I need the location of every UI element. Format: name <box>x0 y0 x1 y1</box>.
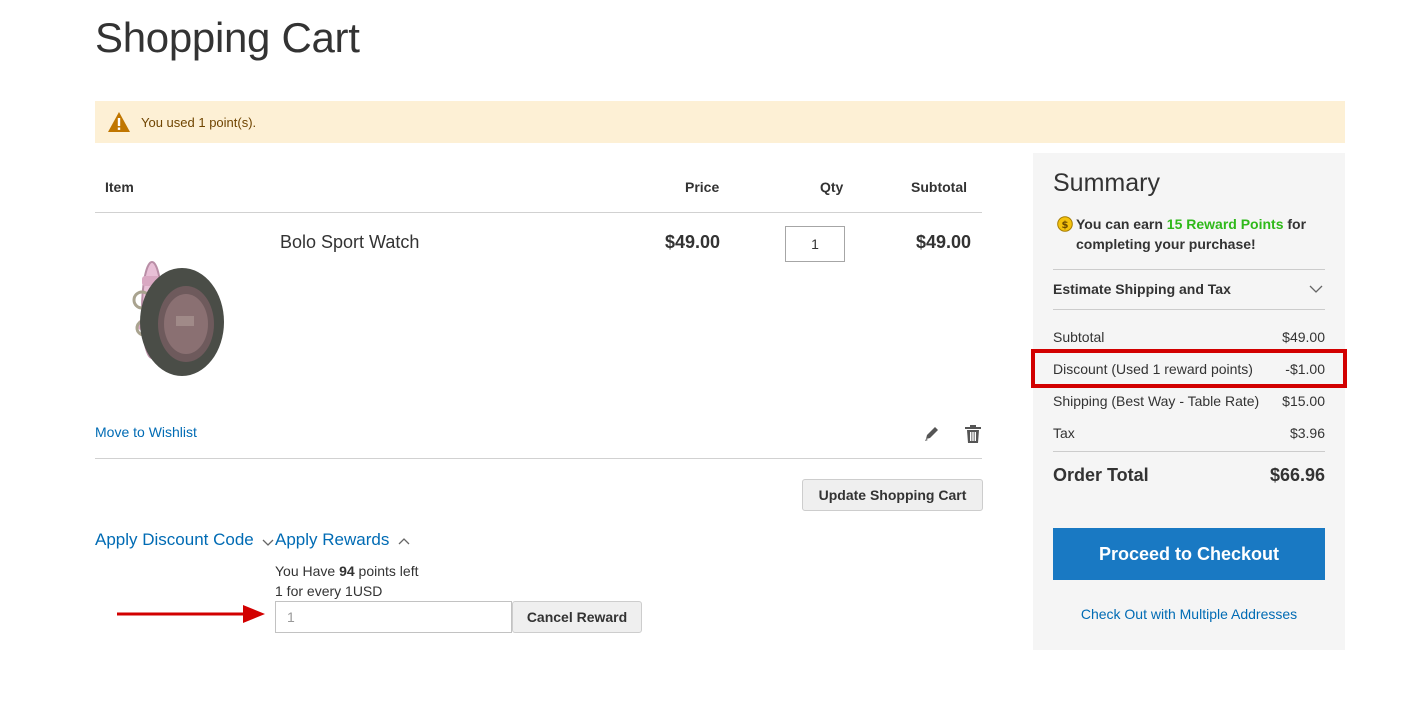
page-title: Shopping Cart <box>95 14 360 61</box>
notice-text: You used 1 point(s). <box>141 114 257 130</box>
trash-icon[interactable] <box>964 424 982 444</box>
apply-rewards-toggle[interactable]: Apply Rewards <box>275 530 389 550</box>
order-total-label: Order Total <box>1053 465 1149 485</box>
row-divider <box>95 458 982 459</box>
update-cart-button[interactable]: Update Shopping Cart <box>802 479 983 511</box>
proceed-to-checkout-button[interactable]: Proceed to Checkout <box>1053 528 1325 580</box>
shipping-label: Shipping (Best Way - Table Rate) <box>1053 393 1260 409</box>
discount-highlight-annotation <box>1031 349 1347 388</box>
svg-text:$: $ <box>1062 220 1069 231</box>
coin-icon: $ <box>1057 216 1073 232</box>
product-image-watch[interactable] <box>120 248 230 383</box>
multiple-addresses-link[interactable]: Check Out with Multiple Addresses <box>1033 606 1345 622</box>
points-rate-text: 1 for every 1USD <box>275 583 383 599</box>
red-arrow-annotation <box>117 605 265 623</box>
move-to-wishlist-link[interactable]: Move to Wishlist <box>95 424 197 440</box>
notice-message: You used 1 point(s). <box>95 101 1345 143</box>
product-subtotal: $49.00 <box>915 232 971 252</box>
apply-discount-toggle[interactable]: Apply Discount Code <box>95 530 254 550</box>
col-header-qty: Qty <box>820 179 844 195</box>
quantity-input[interactable] <box>785 226 845 262</box>
pencil-icon[interactable] <box>922 424 942 444</box>
points-left-text: You Have 94 points left <box>275 563 419 579</box>
cancel-reward-button[interactable]: Cancel Reward <box>512 601 642 633</box>
col-header-item: Item <box>105 179 134 195</box>
col-header-price: Price <box>685 179 720 195</box>
order-summary: Summary $ You can earn 15 Reward Points … <box>1033 153 1345 650</box>
shipping-value: $15.00 <box>1282 393 1325 409</box>
points-count: 94 <box>339 563 355 579</box>
earn-points-message: You can earn 15 Reward Points for comple… <box>1076 216 1307 252</box>
product-price: $49.00 <box>664 232 720 252</box>
summary-title: Summary <box>1053 169 1160 197</box>
summary-divider <box>1053 309 1325 310</box>
tax-value: $3.96 <box>1289 425 1325 441</box>
subtotal-value: $49.00 <box>1282 329 1325 345</box>
product-name[interactable]: Bolo Sport Watch <box>280 232 419 253</box>
tax-label: Tax <box>1053 425 1075 441</box>
subtotal-label: Subtotal <box>1053 329 1105 345</box>
earn-points-amount: 15 Reward Points <box>1166 216 1284 232</box>
table-divider <box>95 212 982 213</box>
summary-divider <box>1053 269 1325 270</box>
reward-points-input[interactable]: 1 <box>275 601 512 633</box>
order-total-value: $66.96 <box>1269 465 1325 485</box>
summary-divider <box>1053 451 1325 452</box>
chevron-up-icon[interactable] <box>398 536 410 548</box>
warning-icon <box>108 112 130 132</box>
chevron-down-icon[interactable] <box>262 536 274 548</box>
col-header-subtotal: Subtotal <box>911 179 967 195</box>
chevron-down-icon[interactable] <box>1309 283 1323 295</box>
estimate-shipping-toggle[interactable]: Estimate Shipping and Tax <box>1053 281 1231 297</box>
